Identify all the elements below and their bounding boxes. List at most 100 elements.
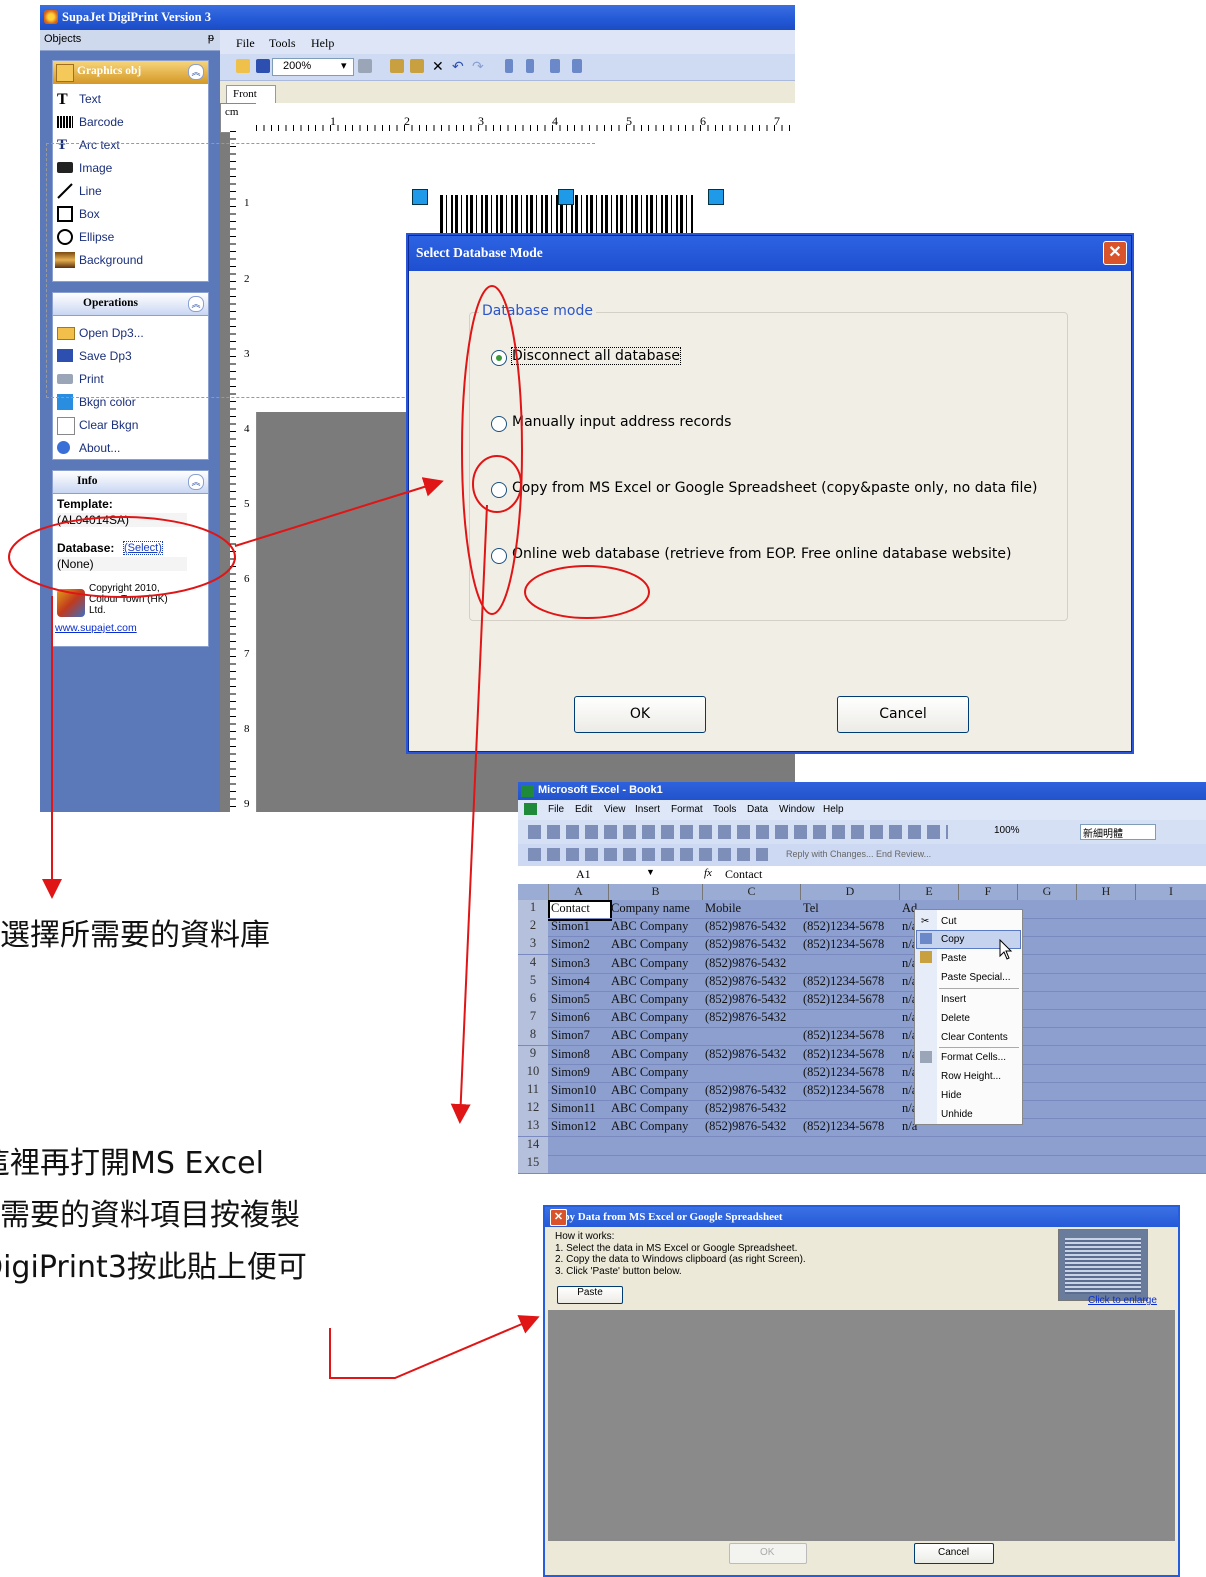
table-cell[interactable]: ABC Company xyxy=(611,919,688,934)
table-row[interactable]: 13 Simon12 ABC Company (852)9876-5432 (852)1… xyxy=(518,1118,1206,1138)
radio-disconnect[interactable] xyxy=(491,350,507,366)
table-cell[interactable]: Company name xyxy=(611,901,690,916)
option-disconnect-label[interactable]: Disconnect all database xyxy=(511,347,681,365)
ctx-unhide[interactable]: Unhide xyxy=(941,1109,973,1120)
excel-col-header[interactable]: C xyxy=(703,884,801,900)
info-panel-header[interactable]: Info ︽ xyxy=(53,471,208,494)
row-number[interactable]: 2 xyxy=(518,918,548,937)
table-cell[interactable]: ABC Company xyxy=(611,1083,688,1098)
paste-button[interactable]: Paste xyxy=(557,1286,623,1304)
table-cell[interactable]: (852)9876-5432 xyxy=(705,974,786,989)
align-bottom-icon[interactable] xyxy=(572,59,582,73)
table-cell[interactable]: Simon10 xyxy=(551,1083,596,1098)
cancel-button[interactable]: Cancel xyxy=(837,696,969,733)
chevron-down-icon[interactable]: ▼ xyxy=(646,867,655,877)
option-copy-excel-label[interactable]: Copy from MS Excel or Google Spreadsheet… xyxy=(512,480,1037,496)
table-cell[interactable]: (852)1234-5678 xyxy=(803,974,884,989)
table-cell[interactable]: (852)1234-5678 xyxy=(803,937,884,952)
redo-icon[interactable]: ↷ xyxy=(472,59,486,73)
option-manual-label[interactable]: Manually input address records xyxy=(512,414,731,430)
table-cell[interactable]: (852)9876-5432 xyxy=(705,1101,786,1116)
row-number[interactable]: 3 xyxy=(518,936,548,955)
excel-col-header[interactable]: H xyxy=(1077,884,1136,900)
radio-manual[interactable] xyxy=(491,416,507,432)
excel-menu-help[interactable]: Help xyxy=(823,804,844,815)
tool-barcode[interactable]: Barcode xyxy=(57,112,205,132)
align-left-icon[interactable] xyxy=(505,59,513,73)
op-about[interactable]: About... xyxy=(57,438,205,458)
table-cell[interactable]: Simon9 xyxy=(551,1065,590,1080)
table-cell[interactable]: (852)1234-5678 xyxy=(803,1119,884,1134)
ctx-hide[interactable]: Hide xyxy=(941,1090,962,1101)
selection-handle[interactable] xyxy=(412,189,428,205)
tool-text[interactable]: T Text xyxy=(57,89,205,109)
table-cell[interactable]: (852)1234-5678 xyxy=(803,1028,884,1043)
table-row[interactable]: 9 Simon8 ABC Company (852)9876-5432 (852)123… xyxy=(518,1045,1206,1065)
table-cell[interactable]: ABC Company xyxy=(611,1028,688,1043)
row-number[interactable]: 7 xyxy=(518,1009,548,1028)
row-number[interactable]: 5 xyxy=(518,972,548,991)
excel-menu-tools[interactable]: Tools xyxy=(713,804,736,815)
align-top-icon[interactable] xyxy=(550,59,560,73)
ctx-copy[interactable]: Copy xyxy=(941,934,964,945)
radio-online[interactable] xyxy=(491,548,507,564)
copy-ok-button[interactable]: OK xyxy=(729,1543,807,1564)
table-row[interactable]: 15 xyxy=(518,1154,1206,1174)
menu-tools[interactable]: Tools xyxy=(269,36,296,51)
table-cell[interactable]: (852)1234-5678 xyxy=(803,1083,884,1098)
row-number[interactable]: 9 xyxy=(518,1045,548,1064)
excel-zoom[interactable]: 100% xyxy=(994,825,1020,836)
copy-cancel-button[interactable]: Cancel xyxy=(914,1543,994,1564)
table-cell[interactable]: Simon4 xyxy=(551,974,590,989)
row-number[interactable]: 10 xyxy=(518,1063,548,1082)
table-cell[interactable]: Simon6 xyxy=(551,1010,590,1025)
option-online-label[interactable]: Online web database (retrieve from EOP. … xyxy=(512,546,1011,562)
ctx-clear-contents[interactable]: Clear Contents xyxy=(941,1032,1008,1043)
click-to-enlarge-link[interactable]: Click to enlarge xyxy=(1088,1295,1157,1306)
table-cell[interactable]: ABC Company xyxy=(611,1010,688,1025)
excel-col-header[interactable]: G xyxy=(1018,884,1077,900)
row-number[interactable]: 1 xyxy=(518,900,548,918)
paste-icon[interactable] xyxy=(410,59,424,73)
ctx-row-height[interactable]: Row Height... xyxy=(941,1071,1001,1082)
table-row[interactable]: 11 Simon10 ABC Company (852)9876-5432 (852)1… xyxy=(518,1082,1206,1101)
collapse-chevron-icon[interactable]: ︽ xyxy=(188,474,204,490)
save-icon[interactable] xyxy=(256,59,270,73)
paste-preview-area[interactable] xyxy=(548,1310,1175,1541)
table-row[interactable]: 2 Simon1 ABC Company (852)9876-5432 (852)123… xyxy=(518,918,1206,938)
ctx-insert[interactable]: Insert xyxy=(941,994,966,1005)
excel-review-icons[interactable] xyxy=(528,848,768,861)
table-cell[interactable]: (852)1234-5678 xyxy=(803,1065,884,1080)
excel-menu-view[interactable]: View xyxy=(604,804,626,815)
table-cell[interactable]: (852)9876-5432 xyxy=(705,1010,786,1025)
close-icon[interactable]: ✕ xyxy=(550,1209,567,1226)
ok-button[interactable]: OK xyxy=(574,696,706,733)
zoom-select[interactable]: 200% ▾ xyxy=(272,58,354,76)
print-icon[interactable] xyxy=(358,59,372,73)
table-cell[interactable]: Simon2 xyxy=(551,937,590,952)
excel-formula-value[interactable]: Contact xyxy=(725,867,762,882)
menu-file[interactable]: File xyxy=(236,36,255,51)
table-cell[interactable]: Simon5 xyxy=(551,992,590,1007)
selection-handle[interactable] xyxy=(558,189,574,205)
graphics-panel-header[interactable]: Graphics obj ︽ xyxy=(53,61,208,84)
table-row[interactable]: 6 Simon5 ABC Company (852)9876-5432 (852)123… xyxy=(518,991,1206,1010)
row-number[interactable]: 4 xyxy=(518,954,548,973)
table-cell[interactable]: ABC Company xyxy=(611,1065,688,1080)
excel-col-header[interactable]: D xyxy=(801,884,900,900)
excel-col-header[interactable]: A xyxy=(549,884,609,900)
table-cell[interactable]: Simon11 xyxy=(551,1101,596,1116)
menu-help[interactable]: Help xyxy=(311,36,334,51)
collapse-chevron-icon[interactable]: ︽ xyxy=(188,64,204,80)
excel-col-header[interactable]: E xyxy=(900,884,959,900)
excel-menu-window[interactable]: Window xyxy=(779,804,815,815)
table-cell[interactable]: ABC Company xyxy=(611,1101,688,1116)
table-cell[interactable]: Simon8 xyxy=(551,1047,590,1062)
table-row[interactable]: 4 Simon3 ABC Company (852)9876-5432 n/a xyxy=(518,954,1206,974)
excel-doc-icon[interactable] xyxy=(524,803,537,815)
excel-grid[interactable]: 1 Contact Company name Mobile Tel Ad 2 Simon1 AB… xyxy=(518,900,1206,1174)
table-cell[interactable]: Simon1 xyxy=(551,919,590,934)
ctx-delete[interactable]: Delete xyxy=(941,1013,970,1024)
row-number[interactable]: 8 xyxy=(518,1027,548,1046)
table-row[interactable]: 3 Simon2 ABC Company (852)9876-5432 (852)123… xyxy=(518,936,1206,956)
